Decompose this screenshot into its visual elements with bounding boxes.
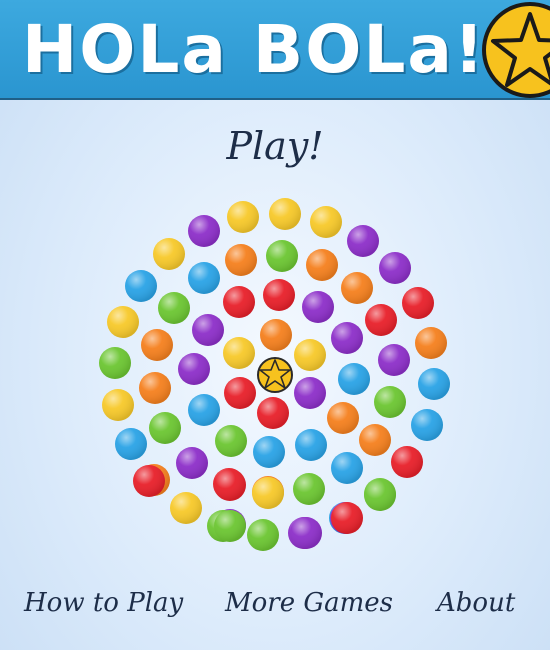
ball-red[interactable] — [365, 304, 397, 336]
game-logo: HOLa BOLa! — [22, 11, 487, 88]
ball-yellow[interactable] — [153, 238, 185, 270]
ball-purple[interactable] — [378, 344, 410, 376]
ball-orange[interactable] — [415, 327, 447, 359]
more-games-link[interactable]: More Games — [225, 588, 393, 618]
ball-red[interactable] — [133, 465, 165, 497]
ball-green[interactable] — [158, 292, 190, 324]
ball-orange[interactable] — [139, 372, 171, 404]
about-link[interactable]: About — [437, 588, 515, 618]
ball-orange[interactable] — [260, 319, 292, 351]
ball-orange[interactable] — [341, 272, 373, 304]
ball-blue[interactable] — [338, 363, 370, 395]
star-icon — [482, 2, 550, 98]
ball-green[interactable] — [247, 519, 279, 551]
ball-green[interactable] — [374, 386, 406, 418]
ball-orange[interactable] — [225, 244, 257, 276]
ball-yellow[interactable] — [252, 477, 284, 509]
ball-red[interactable] — [391, 446, 423, 478]
ball-red[interactable] — [224, 377, 256, 409]
ball-orange[interactable] — [359, 424, 391, 456]
ball-yellow[interactable] — [102, 389, 134, 421]
header-bar: HOLa BOLa! — [0, 0, 550, 100]
ball-red[interactable] — [331, 502, 363, 534]
ball-blue[interactable] — [115, 428, 147, 460]
ball-purple[interactable] — [331, 322, 363, 354]
ball-red[interactable] — [214, 469, 246, 501]
ball-blue[interactable] — [411, 409, 443, 441]
ball-blue[interactable] — [253, 436, 285, 468]
ball-yellow[interactable] — [223, 337, 255, 369]
ball-green[interactable] — [364, 479, 396, 511]
ball-purple[interactable] — [302, 291, 334, 323]
ball-green[interactable] — [293, 473, 325, 505]
ball-purple[interactable] — [379, 252, 411, 284]
ball-purple[interactable] — [178, 353, 210, 385]
ball-red[interactable] — [402, 287, 434, 319]
ball-red[interactable] — [263, 279, 295, 311]
footer-nav: How to Play More Games About — [0, 588, 550, 632]
ball-orange[interactable] — [141, 329, 173, 361]
how-to-play-link[interactable]: How to Play — [24, 588, 183, 618]
ball-blue[interactable] — [331, 452, 363, 484]
ball-orange[interactable] — [327, 402, 359, 434]
ball-blue[interactable] — [295, 429, 327, 461]
ball-yellow[interactable] — [227, 201, 259, 233]
ball-purple[interactable] — [347, 225, 379, 257]
ball-red[interactable] — [257, 397, 289, 429]
ball-yellow[interactable] — [170, 492, 202, 524]
ball-purple[interactable] — [188, 215, 220, 247]
ball-green[interactable] — [149, 412, 181, 444]
ball-yellow[interactable] — [294, 339, 326, 371]
ball-red[interactable] — [223, 286, 255, 318]
ball-blue[interactable] — [188, 262, 220, 294]
ball-yellow[interactable] — [107, 306, 139, 338]
ball-purple[interactable] — [290, 517, 322, 549]
ball-orange[interactable] — [306, 249, 338, 281]
ball-blue[interactable] — [125, 270, 157, 302]
ball-green[interactable] — [214, 510, 246, 542]
ball-yellow[interactable] — [269, 198, 301, 230]
center-star-icon[interactable] — [257, 357, 293, 393]
play-button[interactable]: Play! — [0, 124, 550, 168]
ball-green[interactable] — [266, 240, 298, 272]
ball-blue[interactable] — [188, 394, 220, 426]
ball-green[interactable] — [99, 347, 131, 379]
ball-purple[interactable] — [176, 447, 208, 479]
ball-yellow[interactable] — [310, 206, 342, 238]
ball-purple[interactable] — [192, 314, 224, 346]
ball-green[interactable] — [215, 425, 247, 457]
ball-purple[interactable] — [294, 377, 326, 409]
ball-blue[interactable] — [418, 368, 450, 400]
